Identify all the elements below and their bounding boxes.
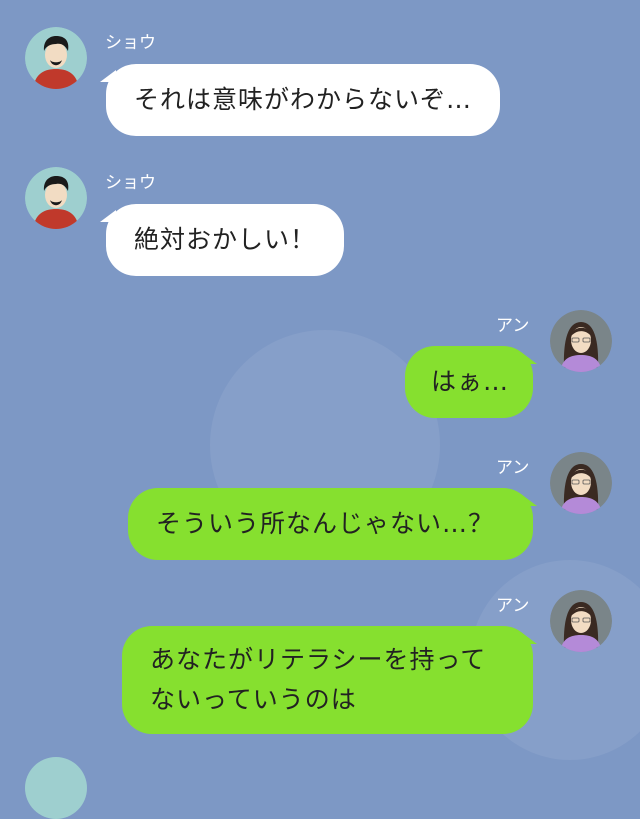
message-bubble[interactable]: あなたがリテラシーを持って ないっていうのは	[122, 626, 533, 734]
female-avatar-icon[interactable]	[550, 590, 612, 652]
message-text: 絶対おかしい！	[134, 225, 317, 254]
message-bubble[interactable]: 絶対おかしい！	[106, 204, 345, 276]
sender-name: アン	[496, 596, 530, 616]
avatar-partial	[25, 757, 87, 819]
sender-name: アン	[496, 458, 530, 478]
message-text: ないっていうのは	[150, 685, 357, 714]
male-avatar-icon[interactable]	[25, 27, 87, 89]
message-text: あなたがリテラシーを持って	[150, 645, 487, 674]
female-avatar-icon[interactable]	[550, 310, 612, 372]
sender-name: ショウ	[105, 33, 156, 53]
message-text: はぁ…	[431, 367, 510, 396]
message-text: それは意味がわからないぞ…	[134, 85, 473, 114]
message-bubble[interactable]: それは意味がわからないぞ…	[106, 64, 501, 136]
sender-name: アン	[496, 316, 530, 336]
male-avatar-icon[interactable]	[25, 167, 87, 229]
female-avatar-icon[interactable]	[550, 452, 612, 514]
sender-name: ショウ	[105, 173, 156, 193]
message-bubble[interactable]: はぁ…	[405, 346, 533, 418]
message-bubble[interactable]: そういう所なんじゃない…？	[128, 488, 533, 560]
message-text: そういう所なんじゃない…？	[156, 509, 495, 538]
